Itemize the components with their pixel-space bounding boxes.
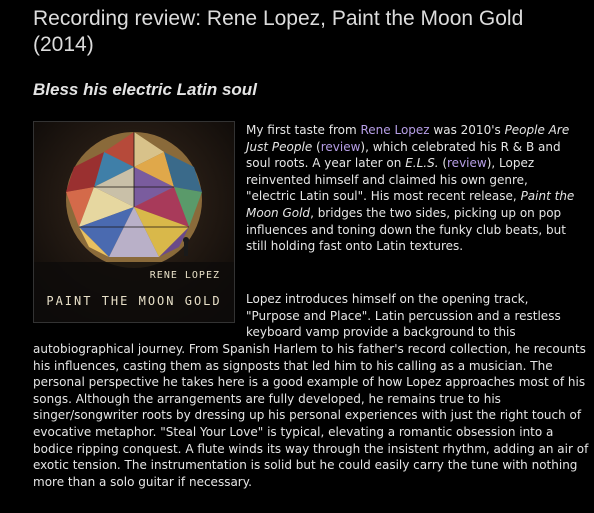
- album-cover-art: [34, 122, 234, 322]
- review-paragraph-2-continued: autobiographical journey. From Spanish H…: [33, 342, 589, 489]
- album-title: E.L.S.: [405, 156, 439, 171]
- review-paragraph-2-start: Lopez introduces himself on the opening …: [246, 292, 561, 340]
- cover-album-text: PAINT THE MOON GOLD: [46, 294, 222, 308]
- artist-link[interactable]: Rene Lopez: [361, 123, 430, 137]
- text: My first taste from: [246, 123, 361, 137]
- text: (: [438, 156, 448, 171]
- review-link-1[interactable]: review: [321, 140, 361, 154]
- cover-artist-text: RENE LOPEZ: [149, 270, 220, 281]
- page-title: Recording review: Rene Lopez, Paint the …: [33, 7, 524, 56]
- review-link-2[interactable]: review: [447, 156, 487, 170]
- review-paragraph-1: My first taste from Rene Lopez was 2010'…: [246, 122, 581, 255]
- article-subtitle: Bless his electric Latin soul: [33, 80, 257, 99]
- text: was 2010's: [429, 123, 505, 137]
- album-cover-image: RENE LOPEZ PAINT THE MOON GOLD: [33, 121, 235, 323]
- text: (: [312, 139, 321, 154]
